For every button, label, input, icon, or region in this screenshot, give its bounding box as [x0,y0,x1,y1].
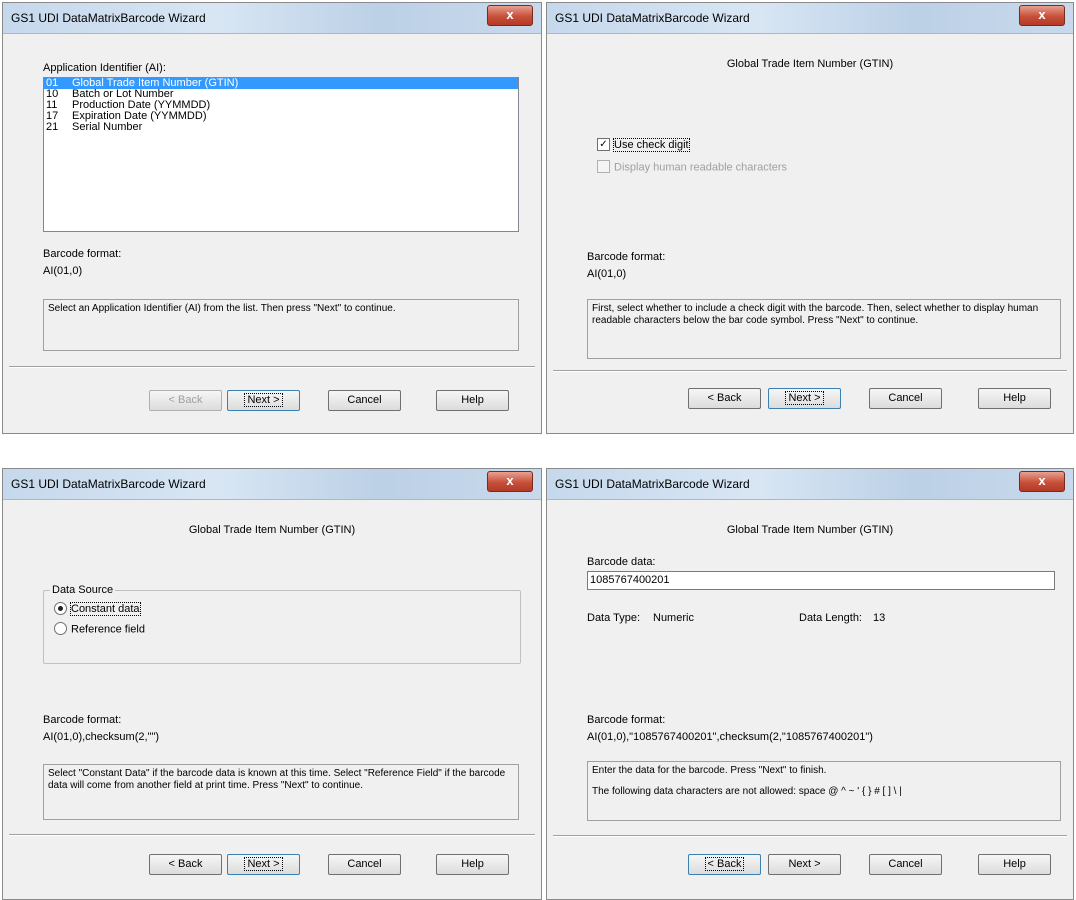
divider [553,370,1067,372]
data-type-label: Data Type: [587,612,640,624]
data-source-group-label: Data Source [50,584,116,596]
window-title: GS1 UDI DataMatrixBarcode Wizard [555,11,750,25]
barcode-format-value: AI(01,0) [587,268,627,280]
description-box: First, select whether to include a check… [587,299,1061,359]
data-source-group: Data Source Constant data Reference fiel… [43,584,521,664]
barcode-format-label: Barcode format: [43,248,122,260]
barcode-data-label: Barcode data: [587,556,656,568]
data-length-label: Data Length: [799,612,862,624]
step-title: Global Trade Item Number (GTIN) [726,58,894,70]
cancel-button[interactable]: Cancel [328,854,401,875]
close-button[interactable]: x [487,5,533,26]
next-button[interactable]: Next > [768,388,841,409]
help-button[interactable]: Help [436,390,509,411]
divider [9,366,535,368]
window-title: GS1 UDI DataMatrixBarcode Wizard [11,477,206,491]
barcode-format-label: Barcode format: [587,251,666,263]
divider [553,835,1067,837]
description-line-1: Enter the data for the barcode. Press "N… [592,765,827,776]
close-icon: x [506,473,514,488]
barcode-format-value: AI(01,0),checksum(2,"") [43,731,160,743]
barcode-format-value: AI(01,0) [43,265,83,277]
checkbox-checked-icon: ✓ [597,138,610,151]
close-icon: x [506,7,514,22]
description-box: Enter the data for the barcode. Press "N… [587,761,1061,821]
barcode-format-label: Barcode format: [43,714,122,726]
data-length-value: 13 [873,612,886,624]
divider [9,834,535,836]
step-title: Global Trade Item Number (GTIN) [188,524,356,536]
back-button[interactable]: < Back [149,854,222,875]
close-icon: x [1038,473,1046,488]
wizard-window-barcode-data: GS1 UDI DataMatrixBarcode Wizard x Globa… [546,468,1074,900]
next-button[interactable]: Next > [227,390,300,411]
window-title: GS1 UDI DataMatrixBarcode Wizard [11,11,206,25]
wizard-window-check-digit: GS1 UDI DataMatrixBarcode Wizard x Globa… [546,2,1074,434]
next-button[interactable]: Next > [227,854,300,875]
cancel-button[interactable]: Cancel [869,388,942,409]
window-title: GS1 UDI DataMatrixBarcode Wizard [555,477,750,491]
wizard-window-ai-selection: GS1 UDI DataMatrixBarcode Wizard x Appli… [2,2,542,434]
barcode-format-label: Barcode format: [587,714,666,726]
display-human-readable-checkbox[interactable]: Display human readable characters [597,160,787,174]
ai-name: Serial Number [72,121,143,133]
wizard-window-data-source: GS1 UDI DataMatrixBarcode Wizard x Globa… [2,468,542,900]
description-box: Select "Constant Data" if the barcode da… [43,764,519,820]
constant-data-radio[interactable]: Constant data [54,602,141,617]
checkbox-unchecked-icon [597,160,610,173]
description-line-2: The following data characters are not al… [592,786,902,797]
close-icon: x [1038,7,1046,22]
title-bar[interactable]: GS1 UDI DataMatrixBarcode Wizard x [547,469,1073,500]
ai-list-label: Application Identifier (AI): [43,62,166,74]
ai-code: 21 [46,121,59,133]
description-text: Select an Application Identifier (AI) fr… [48,303,396,314]
back-button[interactable]: < Back [149,390,222,411]
barcode-format-value: AI(01,0),"1085767400201",checksum(2,"108… [587,731,873,743]
help-button[interactable]: Help [978,388,1051,409]
help-button[interactable]: Help [978,854,1051,875]
description-box: Select an Application Identifier (AI) fr… [43,299,519,351]
cancel-button[interactable]: Cancel [869,854,942,875]
back-button[interactable]: < Back [688,388,761,409]
radio-unselected-icon [54,622,67,635]
close-button[interactable]: x [1019,5,1065,26]
back-button[interactable]: < Back [688,854,761,875]
title-bar[interactable]: GS1 UDI DataMatrixBarcode Wizard x [3,3,541,34]
close-button[interactable]: x [1019,471,1065,492]
cancel-button[interactable]: Cancel [328,390,401,411]
reference-field-radio[interactable]: Reference field [54,622,145,636]
use-check-digit-checkbox[interactable]: ✓ Use check digit [597,138,690,153]
step-title: Global Trade Item Number (GTIN) [726,524,894,536]
next-button[interactable]: Next > [768,854,841,875]
ai-list-item[interactable]: 21 Serial Number [44,122,518,133]
close-button[interactable]: x [487,471,533,492]
title-bar[interactable]: GS1 UDI DataMatrixBarcode Wizard x [3,469,541,500]
radio-selected-icon [54,602,67,615]
title-bar[interactable]: GS1 UDI DataMatrixBarcode Wizard x [547,3,1073,34]
ai-listbox[interactable]: 01 Global Trade Item Number (GTIN) 10 Batch… [43,77,519,232]
description-text: First, select whether to include a check… [592,303,1039,326]
description-text: Select "Constant Data" if the barcode da… [48,768,506,791]
help-button[interactable]: Help [436,854,509,875]
barcode-data-input[interactable]: 1085767400201 [587,571,1055,590]
data-type-value: Numeric [653,612,694,624]
